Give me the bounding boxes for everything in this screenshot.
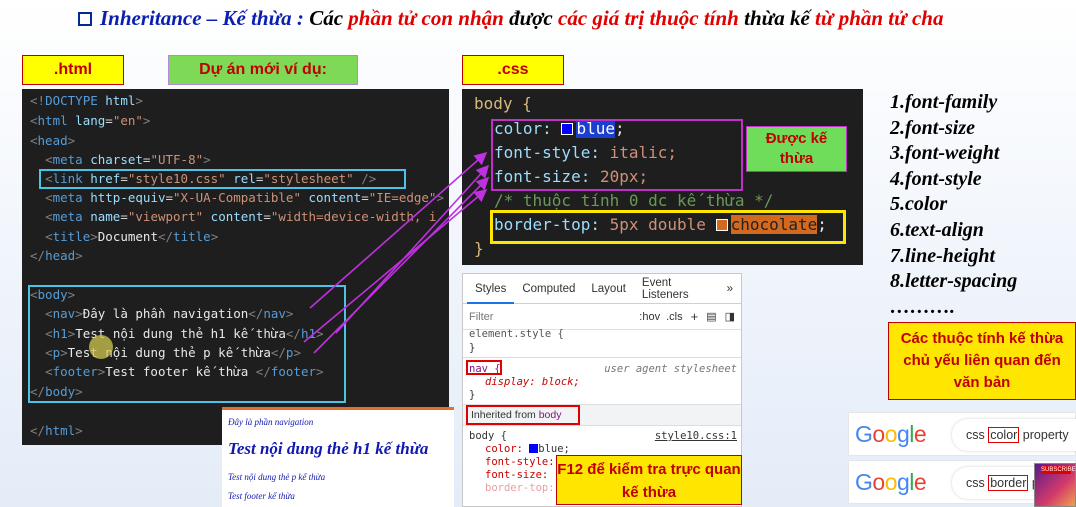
arrow-p — [313, 176, 490, 354]
inheritance-arrows — [303, 151, 490, 354]
arrow-footer — [303, 188, 488, 343]
arrow-nav — [309, 151, 488, 309]
